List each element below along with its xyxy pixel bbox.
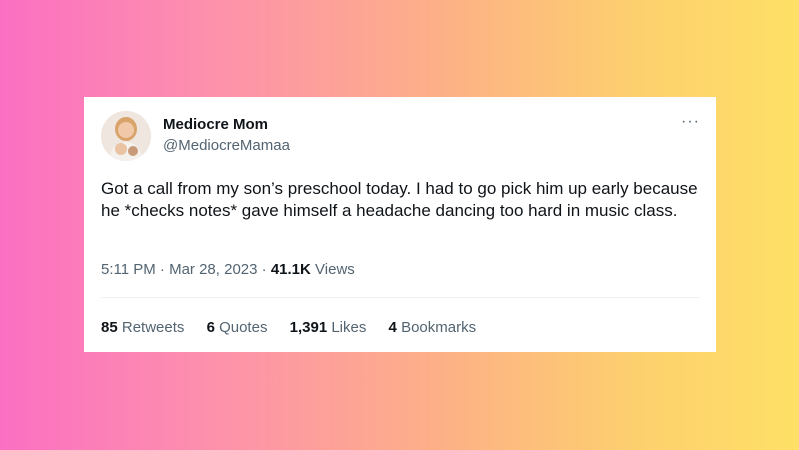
quotes-stat[interactable]: 6 Quotes xyxy=(207,319,272,336)
more-options-icon[interactable]: ··· xyxy=(681,114,700,130)
likes-stat[interactable]: 1,391 Likes xyxy=(290,319,371,336)
likes-count: 1,391 xyxy=(289,319,328,336)
tweet-meta: 5:11 PM · Mar 28, 2023 · 41.1K Views xyxy=(101,261,355,278)
views-label: Views xyxy=(315,261,355,278)
retweets-label: Retweets xyxy=(121,319,185,336)
meta-separator: · xyxy=(261,261,267,278)
bookmarks-stat[interactable]: 4 Bookmarks xyxy=(389,319,477,336)
author-handle[interactable]: @MediocreMamaa xyxy=(163,137,290,154)
engagement-stats: 85 Retweets 6 Quotes 1,391 Likes 4 Bookm… xyxy=(101,319,494,336)
retweets-count: 85 xyxy=(101,319,118,336)
avatar-image xyxy=(101,111,151,161)
divider xyxy=(101,297,700,298)
tweet-date[interactable]: Mar 28, 2023 xyxy=(169,261,257,278)
tweet-card: Mediocre Mom @MediocreMamaa ··· Got a ca… xyxy=(84,97,716,352)
quotes-count: 6 xyxy=(206,319,215,336)
retweets-stat[interactable]: 85 Retweets xyxy=(101,319,189,336)
tweet-time[interactable]: 5:11 PM xyxy=(101,261,156,278)
views-count: 41.1K xyxy=(270,261,311,278)
bookmarks-count: 4 xyxy=(388,319,397,336)
author-name[interactable]: Mediocre Mom xyxy=(163,116,268,133)
meta-separator: · xyxy=(159,261,165,278)
tweet-text: Got a call from my son’s preschool today… xyxy=(101,179,698,220)
likes-label: Likes xyxy=(331,319,367,336)
avatar[interactable] xyxy=(101,111,151,161)
bookmarks-label: Bookmarks xyxy=(401,319,477,336)
quotes-label: Quotes xyxy=(219,319,268,336)
